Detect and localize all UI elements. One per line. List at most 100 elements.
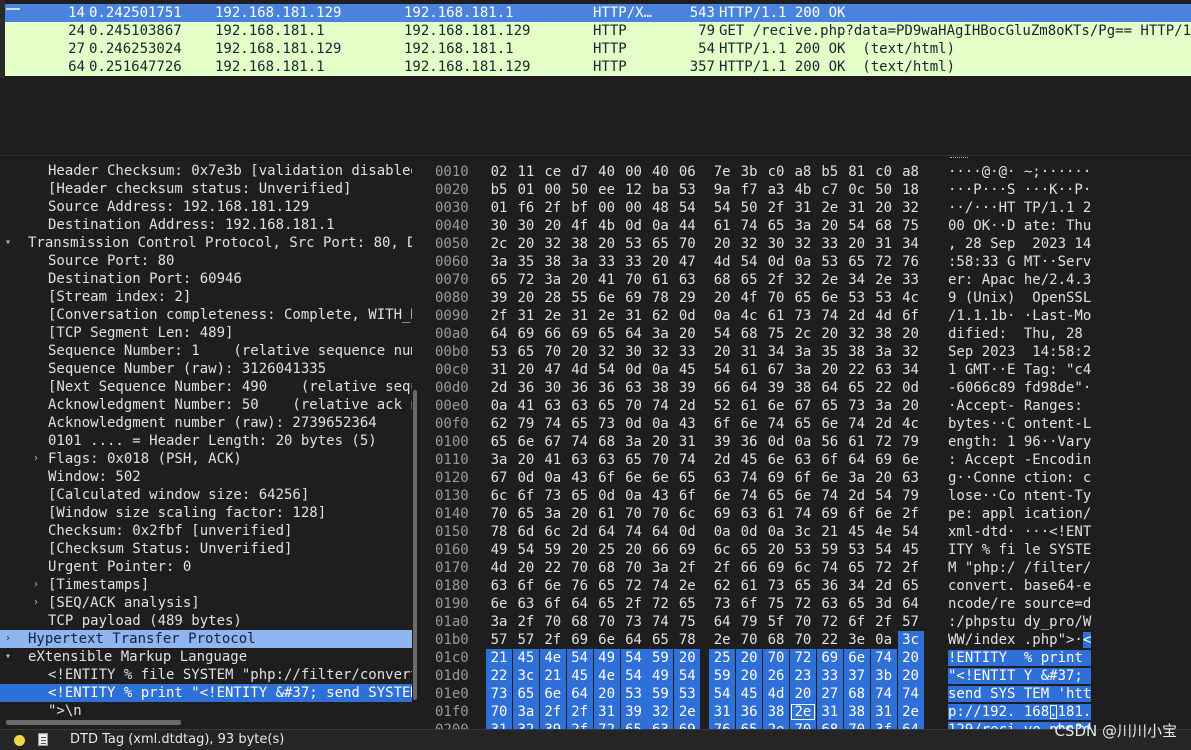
hex-byte[interactable]: 72 — [621, 577, 647, 595]
hex-byte[interactable]: 0a — [647, 217, 673, 235]
hex-byte[interactable]: 33 — [816, 667, 843, 685]
hex-byte[interactable]: 64 — [621, 631, 647, 649]
detail-tree-item[interactable]: <!ENTITY % print "<!ENTITY &#37; send SY… — [0, 684, 412, 702]
hex-byte[interactable]: 0d — [513, 469, 539, 487]
ascii-dump[interactable]: ITY % fi le SYSTE — [948, 541, 1091, 559]
hex-byte[interactable]: 54 — [620, 649, 647, 667]
hex-byte[interactable]: 40 — [647, 163, 673, 181]
hex-byte[interactable]: 6f — [736, 595, 762, 613]
hex-byte[interactable]: 53 — [844, 289, 870, 307]
hex-byte[interactable]: 36 — [594, 379, 620, 397]
hex-byte[interactable]: 25 — [709, 649, 736, 667]
hex-byte[interactable]: 4f — [567, 217, 593, 235]
details-horizontal-scrollbar[interactable] — [6, 720, 181, 725]
hex-byte[interactable]: 68 — [763, 631, 789, 649]
hex-byte[interactable]: 22 — [871, 379, 897, 397]
hex-byte[interactable]: 70 — [621, 559, 647, 577]
hex-byte[interactable]: 64 — [817, 379, 843, 397]
hex-byte[interactable]: 3c — [512, 667, 539, 685]
hex-byte[interactable]: 69 — [709, 505, 735, 523]
hex-byte[interactable]: 28 — [540, 289, 566, 307]
detail-tree-item[interactable]: ▾ eXtensible Markup Language — [0, 648, 412, 666]
hex-byte[interactable]: 9a — [709, 181, 735, 199]
hex-byte[interactable]: 54 — [709, 199, 735, 217]
hex-byte[interactable]: 74 — [897, 685, 924, 703]
hex-byte[interactable]: 74 — [736, 487, 762, 505]
hex-byte[interactable]: 32 — [898, 199, 924, 217]
hex-byte[interactable]: 2e — [817, 271, 843, 289]
hex-byte[interactable]: 2f — [621, 595, 647, 613]
hex-byte[interactable]: 74 — [647, 577, 673, 595]
ascii-dump[interactable]: pe: appl ication/ — [948, 505, 1091, 523]
hex-byte[interactable]: 12 — [621, 181, 647, 199]
hex-byte[interactable]: 43 — [674, 415, 700, 433]
hex-byte[interactable]: 61 — [844, 433, 870, 451]
hex-byte[interactable]: 4b — [790, 181, 816, 199]
detail-tree-item[interactable]: 0101 .... = Header Length: 20 bytes (5) — [0, 432, 412, 450]
hex-byte[interactable]: 65 — [594, 397, 620, 415]
hex-byte[interactable]: 64 — [621, 325, 647, 343]
hex-byte[interactable]: 20 — [871, 469, 897, 487]
hex-byte[interactable]: 74 — [540, 415, 566, 433]
hex-byte[interactable]: 2e — [709, 631, 735, 649]
collapsed-arrow-icon[interactable]: › — [30, 594, 42, 612]
collapsed-arrow-icon[interactable]: › — [30, 450, 42, 468]
hex-byte[interactable]: 78 — [647, 289, 673, 307]
hex-byte[interactable]: ba — [647, 181, 673, 199]
hex-byte[interactable]: 31 — [486, 361, 512, 379]
hex-byte[interactable]: 0d — [621, 361, 647, 379]
hex-byte[interactable]: f6 — [513, 199, 539, 217]
hex-byte[interactable]: 61 — [763, 505, 789, 523]
hex-byte[interactable]: f7 — [736, 181, 762, 199]
hex-byte[interactable]: 20 — [709, 235, 735, 253]
hex-byte[interactable]: 2f — [898, 559, 924, 577]
hex-byte[interactable]: 0a — [540, 469, 566, 487]
ascii-dump[interactable]: 1 GMT··E Tag: "c4 — [948, 361, 1091, 379]
hex-byte[interactable]: 31 — [736, 343, 762, 361]
hex-byte[interactable]: 63 — [540, 397, 566, 415]
hex-byte[interactable]: 35 — [817, 343, 843, 361]
hex-byte[interactable]: 50 — [736, 199, 762, 217]
hex-byte[interactable]: 45 — [898, 541, 924, 559]
ascii-dump[interactable]: : Accept -Encodin — [948, 451, 1091, 469]
hex-byte[interactable]: 72 — [513, 271, 539, 289]
hex-byte[interactable]: 63 — [567, 451, 593, 469]
hex-byte[interactable]: 53 — [620, 685, 647, 703]
hex-byte[interactable]: 20 — [513, 451, 539, 469]
hex-byte[interactable]: 62 — [709, 577, 735, 595]
hex-byte[interactable]: 2f — [674, 559, 700, 577]
hex-byte[interactable]: 6e — [647, 469, 673, 487]
hex-byte[interactable]: 6e — [843, 649, 870, 667]
ascii-dump[interactable]: "<!ENTIT Y &#37; — [948, 667, 1092, 685]
hex-byte[interactable]: 74 — [763, 415, 789, 433]
hex-byte[interactable]: 4f — [736, 289, 762, 307]
hex-byte[interactable]: 70 — [486, 703, 512, 721]
detail-tree-item[interactable]: Window: 502 — [0, 468, 412, 486]
hex-byte[interactable]: 21 — [486, 649, 512, 667]
hex-byte[interactable]: 20 — [567, 343, 593, 361]
hex-byte[interactable]: 22 — [844, 361, 870, 379]
hex-byte[interactable]: 32 — [512, 721, 539, 729]
hex-byte[interactable]: 6d — [513, 523, 539, 541]
hex-byte[interactable]: 69 — [763, 469, 789, 487]
hex-byte[interactable]: 36 — [817, 577, 843, 595]
hex-byte[interactable]: 68 — [843, 685, 870, 703]
hex-byte[interactable]: 29 — [674, 289, 700, 307]
hex-byte[interactable]: 66 — [647, 541, 673, 559]
hex-byte[interactable]: 00 — [540, 181, 566, 199]
hex-byte[interactable]: 61 — [763, 307, 789, 325]
hex-byte[interactable]: 50 — [871, 181, 897, 199]
ascii-dump[interactable]: M "php:/ /filter/ — [948, 559, 1091, 577]
hex-byte[interactable]: 72 — [647, 595, 673, 613]
hex-byte[interactable]: 66 — [736, 559, 762, 577]
ascii-dump[interactable]: /1.1.1b· ·Last-Mo — [948, 307, 1091, 325]
hex-byte[interactable]: 53 — [871, 289, 897, 307]
detail-tree-item[interactable]: › Flags: 0x018 (PSH, ACK) — [0, 450, 412, 468]
hex-byte[interactable]: 3e — [844, 631, 870, 649]
hex-byte[interactable]: 43 — [567, 469, 593, 487]
hex-byte[interactable]: 54 — [709, 325, 735, 343]
hex-byte[interactable]: 41 — [594, 271, 620, 289]
hex-byte[interactable]: 65 — [790, 577, 816, 595]
hex-byte[interactable]: 3b — [736, 163, 762, 181]
ascii-dump[interactable]: Sep 2023 14:58:2 — [948, 343, 1091, 361]
